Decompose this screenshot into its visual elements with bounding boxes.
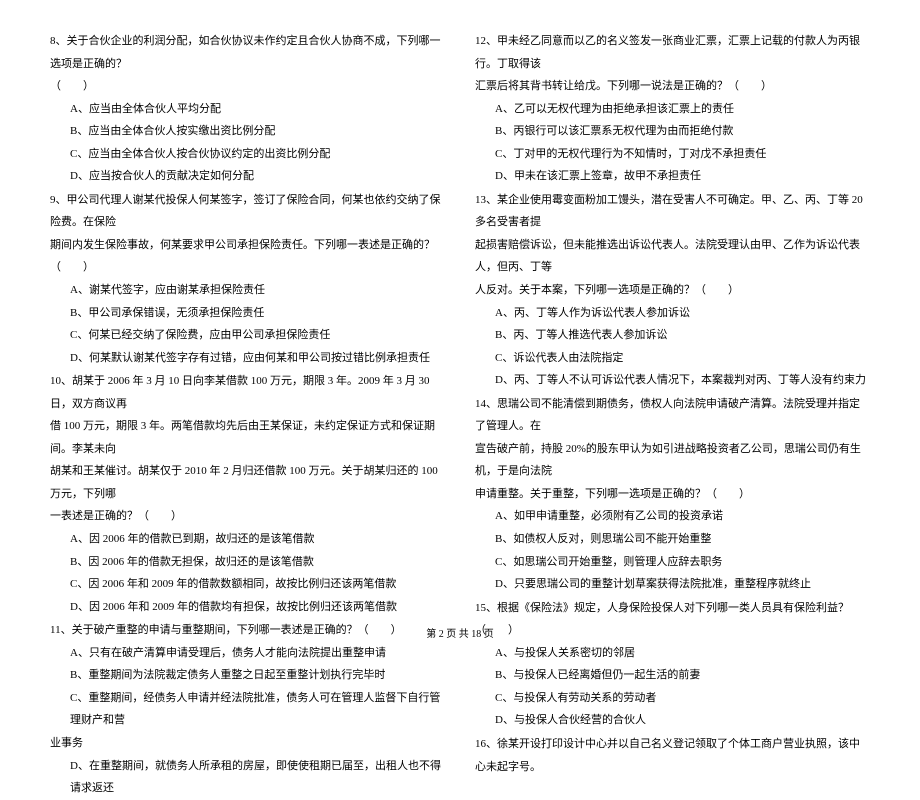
q9-opt-d: D、何某默认谢某代签字存有过错，应由何某和甲公司按过错比例承担责任 <box>70 347 445 370</box>
q15-opt-b: B、与投保人已经离婚但仍一起生活的前妻 <box>495 664 870 687</box>
q9-opt-c: C、何某已经交纳了保险费，应由甲公司承担保险责任 <box>70 324 445 347</box>
q11-opt-c-line1: C、重整期间，经债务人申请并经法院批准，债务人可在管理人监督下自行管理财产和营 <box>70 687 445 732</box>
q12-opt-d: D、甲未在该汇票上签章，故甲不承担责任 <box>495 165 870 188</box>
q11-opt-b: B、重整期间为法院裁定债务人重整之日起至重整计划执行完毕时 <box>70 664 445 687</box>
q9-opt-a: A、谢某代签字，应由谢某承担保险责任 <box>70 279 445 302</box>
q12-opt-c: C、丁对甲的无权代理行为不知情时，丁对戊不承担责任 <box>495 143 870 166</box>
q12-opt-a: A、乙可以无权代理为由拒绝承担该汇票上的责任 <box>495 98 870 121</box>
q15-opt-c: C、与投保人有劳动关系的劳动者 <box>495 687 870 710</box>
q14-stem-line1: 14、思瑞公司不能清偿到期债务，债权人向法院申请破产清算。法院受理并指定了管理人… <box>475 393 870 438</box>
q10-stem-line2: 借 100 万元，期限 3 年。两笔借款均先后由王某保证，未约定保证方式和保证期… <box>50 415 445 460</box>
q8-opt-a: A、应当由全体合伙人平均分配 <box>70 98 445 121</box>
q13-opt-c: C、诉讼代表人由法院指定 <box>495 347 870 370</box>
q14-opt-d: D、只要思瑞公司的重整计划草案获得法院批准，重整程序就终止 <box>495 573 870 596</box>
q11-opt-a: A、只有在破产清算申请受理后，债务人才能向法院提出重整申请 <box>70 642 445 665</box>
question-14: 14、思瑞公司不能清偿到期债务，债权人向法院申请破产清算。法院受理并指定了管理人… <box>475 393 870 596</box>
question-9: 9、甲公司代理人谢某代投保人何某签字，签订了保险合同，何某也依约交纳了保险费。在… <box>50 189 445 369</box>
q16-stem: 16、徐某开设打印设计中心并以自己名义登记领取了个体工商户营业执照，该中心未起字… <box>475 733 870 778</box>
q10-stem-line3: 胡某和王某催讨。胡某仅于 2010 年 2 月归还借款 100 万元。关于胡某归… <box>50 460 445 505</box>
q15-opt-a: A、与投保人关系密切的邻居 <box>495 642 870 665</box>
q10-stem-line1: 10、胡某于 2006 年 3 月 10 日向李某借款 100 万元，期限 3 … <box>50 370 445 415</box>
q15-opt-d: D、与投保人合伙经营的合伙人 <box>495 709 870 732</box>
q8-opt-b: B、应当由全体合伙人按实缴出资比例分配 <box>70 120 445 143</box>
question-8: 8、关于合伙企业的利润分配，如合伙协议未作约定且合伙人协商不成，下列哪一选项是正… <box>50 30 445 188</box>
q10-opt-d: D、因 2006 年和 2009 年的借款均有担保，故按比例归还该两笔借款 <box>70 596 445 619</box>
question-16: 16、徐某开设打印设计中心并以自己名义登记领取了个体工商户营业执照，该中心未起字… <box>475 733 870 778</box>
q14-opt-b: B、如债权人反对，则思瑞公司不能开始重整 <box>495 528 870 551</box>
question-11: 11、关于破产重整的申请与重整期间，下列哪一表述是正确的？（ ） A、只有在破产… <box>50 619 445 799</box>
q13-stem-line3: 人反对。关于本案，下列哪一选项是正确的？（ ） <box>475 279 870 302</box>
q13-opt-d: D、丙、丁等人不认可诉讼代表人情况下，本案裁判对丙、丁等人没有约束力 <box>495 369 870 392</box>
q8-opt-c: C、应当由全体合伙人按合伙协议约定的出资比例分配 <box>70 143 445 166</box>
q14-opt-a: A、如甲申请重整，必须附有乙公司的投资承诺 <box>495 505 870 528</box>
q14-stem-line3: 申请重整。关于重整，下列哪一选项是正确的？（ ） <box>475 483 870 506</box>
q14-opt-c: C、如思瑞公司开始重整，则管理人应辞去职务 <box>495 551 870 574</box>
question-13: 13、某企业使用霉变面粉加工馒头，潜在受害人不可确定。甲、乙、丙、丁等 20 多… <box>475 189 870 392</box>
q10-opt-c: C、因 2006 年和 2009 年的借款数额相同，故按比例归还该两笔借款 <box>70 573 445 596</box>
q14-stem-line2: 宣告破产前，持股 20%的股东甲认为如引进战略投资者乙公司，思瑞公司仍有生机，于… <box>475 438 870 483</box>
q12-stem-line2: 汇票后将其背书转让给戊。下列哪一说法是正确的？（ ） <box>475 75 870 98</box>
q8-paren: （ ） <box>50 75 445 98</box>
q12-stem-line1: 12、甲未经乙同意而以乙的名义签发一张商业汇票，汇票上记载的付款人为丙银行。丁取… <box>475 30 870 75</box>
q13-stem-line2: 起损害赔偿诉讼，但未能推选出诉讼代表人。法院受理认由甲、乙作为诉讼代表人，但丙、… <box>475 234 870 279</box>
q9-opt-b: B、甲公司承保错误，无须承担保险责任 <box>70 302 445 325</box>
q13-opt-b: B、丙、丁等人推选代表人参加诉讼 <box>495 324 870 347</box>
q13-stem-line1: 13、某企业使用霉变面粉加工馒头，潜在受害人不可确定。甲、乙、丙、丁等 20 多… <box>475 189 870 234</box>
question-15: 15、根据《保险法》规定，人身保险投保人对下列哪一类人员具有保险利益？（ ） A… <box>475 597 870 732</box>
q10-opt-a: A、因 2006 年的借款已到期，故归还的是该笔借款 <box>70 528 445 551</box>
q10-opt-b: B、因 2006 年的借款无担保，故归还的是该笔借款 <box>70 551 445 574</box>
page-footer: 第 2 页 共 18 页 <box>0 625 920 640</box>
q9-stem-line2: 期间内发生保险事故，何某要求甲公司承担保险责任。下列哪一表述是正确的？（ ） <box>50 234 445 279</box>
right-column: 12、甲未经乙同意而以乙的名义签发一张商业汇票，汇票上记载的付款人为丙银行。丁取… <box>475 30 870 600</box>
q13-opt-a: A、丙、丁等人作为诉讼代表人参加诉讼 <box>495 302 870 325</box>
question-12: 12、甲未经乙同意而以乙的名义签发一张商业汇票，汇票上记载的付款人为丙银行。丁取… <box>475 30 870 188</box>
q8-stem: 8、关于合伙企业的利润分配，如合伙协议未作约定且合伙人协商不成，下列哪一选项是正… <box>50 30 445 75</box>
question-10: 10、胡某于 2006 年 3 月 10 日向李某借款 100 万元，期限 3 … <box>50 370 445 618</box>
q12-opt-b: B、丙银行可以该汇票系无权代理为由而拒绝付款 <box>495 120 870 143</box>
q11-opt-c-line2: 业事务 <box>50 732 445 755</box>
page-columns: 8、关于合伙企业的利润分配，如合伙协议未作约定且合伙人协商不成，下列哪一选项是正… <box>50 30 870 600</box>
q8-opt-d: D、应当按合伙人的贡献决定如何分配 <box>70 165 445 188</box>
q10-stem-line4: 一表述是正确的？（ ） <box>50 505 445 528</box>
left-column: 8、关于合伙企业的利润分配，如合伙协议未作约定且合伙人协商不成，下列哪一选项是正… <box>50 30 445 600</box>
q11-opt-d: D、在重整期间，就债务人所承租的房屋，即使使租期已届至，出租人也不得请求返还 <box>70 755 445 800</box>
q9-stem-line1: 9、甲公司代理人谢某代投保人何某签字，签订了保险合同，何某也依约交纳了保险费。在… <box>50 189 445 234</box>
